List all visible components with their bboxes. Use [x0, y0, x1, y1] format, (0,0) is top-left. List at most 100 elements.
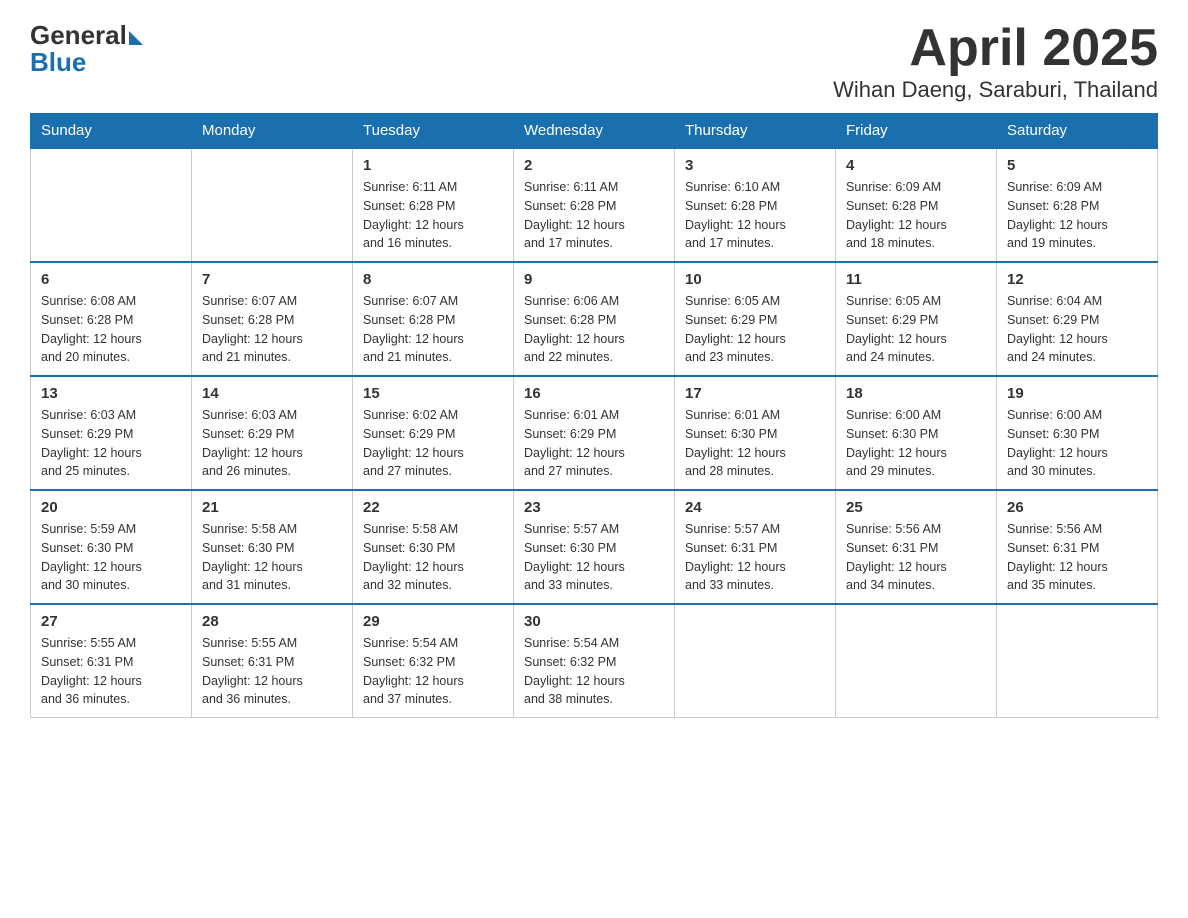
day-number: 16	[524, 385, 664, 402]
calendar-cell: 2 Sunrise: 6:11 AM Sunset: 6:28 PM Daylig…	[514, 148, 675, 262]
day-info: Sunrise: 6:00 AM Sunset: 6:30 PM Dayligh…	[1007, 406, 1147, 481]
day-info: Sunrise: 6:07 AM Sunset: 6:28 PM Dayligh…	[363, 292, 503, 367]
calendar-cell: 18 Sunrise: 6:00 AM Sunset: 6:30 PM Dayli…	[836, 376, 997, 490]
calendar-week-row: 1 Sunrise: 6:11 AM Sunset: 6:28 PM Daylig…	[31, 148, 1158, 262]
day-number: 3	[685, 157, 825, 174]
title-block: April 2025 Wihan Daeng, Saraburi, Thaila…	[833, 20, 1158, 103]
page-subtitle: Wihan Daeng, Saraburi, Thailand	[833, 77, 1158, 103]
day-number: 13	[41, 385, 181, 402]
calendar-cell: 23 Sunrise: 5:57 AM Sunset: 6:30 PM Dayli…	[514, 490, 675, 604]
calendar-cell: 6Sunrise: 6:08 AM Sunset: 6:28 PM Daylig…	[31, 262, 192, 376]
day-number: 14	[202, 385, 342, 402]
day-number: 1	[363, 157, 503, 174]
calendar-cell: 5 Sunrise: 6:09 AM Sunset: 6:28 PM Daylig…	[997, 148, 1158, 262]
day-number: 4	[846, 157, 986, 174]
page-title: April 2025	[833, 20, 1158, 77]
calendar-day-header: Saturday	[997, 114, 1158, 149]
day-info: Sunrise: 6:09 AM Sunset: 6:28 PM Dayligh…	[1007, 178, 1147, 253]
day-info: Sunrise: 6:00 AM Sunset: 6:30 PM Dayligh…	[846, 406, 986, 481]
day-number: 19	[1007, 385, 1147, 402]
day-info: Sunrise: 6:09 AM Sunset: 6:28 PM Dayligh…	[846, 178, 986, 253]
calendar-cell	[192, 148, 353, 262]
page-header: General Blue April 2025 Wihan Daeng, Sar…	[30, 20, 1158, 103]
calendar-day-header: Friday	[836, 114, 997, 149]
calendar-day-header: Wednesday	[514, 114, 675, 149]
logo-triangle-icon	[129, 31, 143, 45]
day-number: 2	[524, 157, 664, 174]
calendar-cell: 24Sunrise: 5:57 AM Sunset: 6:31 PM Dayli…	[675, 490, 836, 604]
day-info: Sunrise: 5:58 AM Sunset: 6:30 PM Dayligh…	[202, 520, 342, 595]
day-number: 28	[202, 613, 342, 630]
day-info: Sunrise: 6:05 AM Sunset: 6:29 PM Dayligh…	[846, 292, 986, 367]
calendar-cell: 8 Sunrise: 6:07 AM Sunset: 6:28 PM Daylig…	[353, 262, 514, 376]
day-number: 22	[363, 499, 503, 516]
day-number: 24	[685, 499, 825, 516]
day-number: 10	[685, 271, 825, 288]
calendar-cell: 10 Sunrise: 6:05 AM Sunset: 6:29 PM Dayli…	[675, 262, 836, 376]
calendar-cell: 27Sunrise: 5:55 AM Sunset: 6:31 PM Dayli…	[31, 604, 192, 718]
day-number: 17	[685, 385, 825, 402]
calendar-cell: 4 Sunrise: 6:09 AM Sunset: 6:28 PM Daylig…	[836, 148, 997, 262]
calendar-cell: 11 Sunrise: 6:05 AM Sunset: 6:29 PM Dayli…	[836, 262, 997, 376]
day-number: 21	[202, 499, 342, 516]
day-number: 9	[524, 271, 664, 288]
day-info: Sunrise: 6:11 AM Sunset: 6:28 PM Dayligh…	[363, 178, 503, 253]
calendar-day-header: Sunday	[31, 114, 192, 149]
calendar-cell	[836, 604, 997, 718]
calendar-cell	[997, 604, 1158, 718]
day-number: 23	[524, 499, 664, 516]
calendar-day-header: Thursday	[675, 114, 836, 149]
day-number: 8	[363, 271, 503, 288]
day-info: Sunrise: 6:11 AM Sunset: 6:28 PM Dayligh…	[524, 178, 664, 253]
calendar-cell: 12Sunrise: 6:04 AM Sunset: 6:29 PM Dayli…	[997, 262, 1158, 376]
day-number: 27	[41, 613, 181, 630]
calendar-week-row: 13 Sunrise: 6:03 AM Sunset: 6:29 PM Dayli…	[31, 376, 1158, 490]
calendar-cell: 13 Sunrise: 6:03 AM Sunset: 6:29 PM Dayli…	[31, 376, 192, 490]
day-info: Sunrise: 5:55 AM Sunset: 6:31 PM Dayligh…	[202, 634, 342, 709]
calendar-cell: 14 Sunrise: 6:03 AM Sunset: 6:29 PM Dayli…	[192, 376, 353, 490]
calendar-cell: 28 Sunrise: 5:55 AM Sunset: 6:31 PM Dayli…	[192, 604, 353, 718]
day-info: Sunrise: 5:57 AM Sunset: 6:30 PM Dayligh…	[524, 520, 664, 595]
day-number: 26	[1007, 499, 1147, 516]
day-info: Sunrise: 6:05 AM Sunset: 6:29 PM Dayligh…	[685, 292, 825, 367]
day-number: 25	[846, 499, 986, 516]
day-number: 30	[524, 613, 664, 630]
day-info: Sunrise: 6:04 AM Sunset: 6:29 PM Dayligh…	[1007, 292, 1147, 367]
day-info: Sunrise: 5:59 AM Sunset: 6:30 PM Dayligh…	[41, 520, 181, 595]
day-info: Sunrise: 6:06 AM Sunset: 6:28 PM Dayligh…	[524, 292, 664, 367]
day-number: 20	[41, 499, 181, 516]
day-info: Sunrise: 5:56 AM Sunset: 6:31 PM Dayligh…	[1007, 520, 1147, 595]
calendar-cell: 20 Sunrise: 5:59 AM Sunset: 6:30 PM Dayli…	[31, 490, 192, 604]
calendar-day-header: Monday	[192, 114, 353, 149]
logo-blue-text: Blue	[30, 47, 86, 78]
day-number: 5	[1007, 157, 1147, 174]
day-number: 18	[846, 385, 986, 402]
calendar-week-row: 27 Sunrise: 5:55 AM Sunset: 6:31 PM Dayli…	[31, 604, 1158, 718]
calendar-cell: 19 Sunrise: 6:00 AM Sunset: 6:30 PM Dayli…	[997, 376, 1158, 490]
calendar-day-header: Tuesday	[353, 114, 514, 149]
calendar-cell: 9 Sunrise: 6:06 AM Sunset: 6:28 PM Daylig…	[514, 262, 675, 376]
calendar-cell: 3Sunrise: 6:10 AM Sunset: 6:28 PM Daylig…	[675, 148, 836, 262]
calendar-cell: 21 Sunrise: 5:58 AM Sunset: 6:30 PM Dayli…	[192, 490, 353, 604]
calendar-cell: 16 Sunrise: 6:01 AM Sunset: 6:29 PM Dayli…	[514, 376, 675, 490]
calendar-cell: 26 Sunrise: 5:56 AM Sunset: 6:31 PM Dayli…	[997, 490, 1158, 604]
day-info: Sunrise: 6:03 AM Sunset: 6:29 PM Dayligh…	[202, 406, 342, 481]
calendar-week-row: 6Sunrise: 6:08 AM Sunset: 6:28 PM Daylig…	[31, 262, 1158, 376]
logo: General Blue	[30, 20, 143, 78]
calendar-header-row: SundayMondayTuesdayWednesdayThursdayFrid…	[31, 114, 1158, 149]
calendar-cell: 29Sunrise: 5:54 AM Sunset: 6:32 PM Dayli…	[353, 604, 514, 718]
day-number: 11	[846, 271, 986, 288]
day-info: Sunrise: 6:01 AM Sunset: 6:29 PM Dayligh…	[524, 406, 664, 481]
calendar-week-row: 20 Sunrise: 5:59 AM Sunset: 6:30 PM Dayli…	[31, 490, 1158, 604]
day-info: Sunrise: 5:54 AM Sunset: 6:32 PM Dayligh…	[524, 634, 664, 709]
calendar-cell: 25 Sunrise: 5:56 AM Sunset: 6:31 PM Dayli…	[836, 490, 997, 604]
day-info: Sunrise: 6:02 AM Sunset: 6:29 PM Dayligh…	[363, 406, 503, 481]
day-info: Sunrise: 6:03 AM Sunset: 6:29 PM Dayligh…	[41, 406, 181, 481]
day-info: Sunrise: 5:56 AM Sunset: 6:31 PM Dayligh…	[846, 520, 986, 595]
calendar-cell: 22Sunrise: 5:58 AM Sunset: 6:30 PM Dayli…	[353, 490, 514, 604]
day-number: 15	[363, 385, 503, 402]
day-number: 29	[363, 613, 503, 630]
calendar-cell: 1 Sunrise: 6:11 AM Sunset: 6:28 PM Daylig…	[353, 148, 514, 262]
calendar-cell: 17Sunrise: 6:01 AM Sunset: 6:30 PM Dayli…	[675, 376, 836, 490]
day-number: 7	[202, 271, 342, 288]
